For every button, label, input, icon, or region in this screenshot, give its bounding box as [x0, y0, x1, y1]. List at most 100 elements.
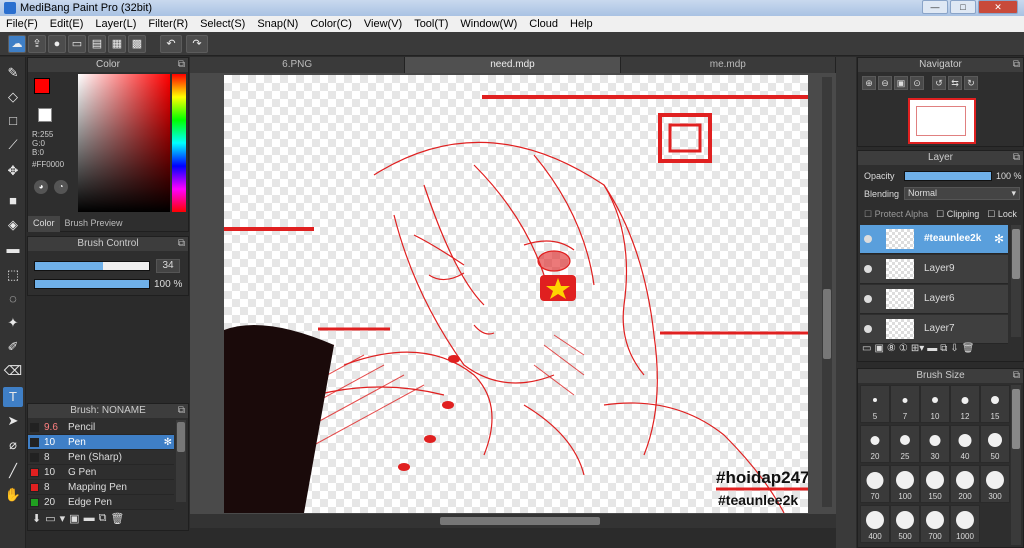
- dropper-icon[interactable]: ╱: [3, 461, 23, 481]
- brush-size-preset[interactable]: 10: [920, 385, 950, 423]
- layer-row[interactable]: Layer9: [860, 255, 1008, 284]
- tab-me-mdp[interactable]: me.mdp: [621, 57, 836, 73]
- undock-icon[interactable]: ⧉: [1013, 369, 1020, 383]
- layer-list-scrollbar[interactable]: [1011, 225, 1021, 337]
- zoom-out-icon[interactable]: ⊖: [878, 76, 892, 90]
- trash-icon[interactable]: 🗑: [110, 512, 124, 525]
- eraser-icon[interactable]: ◇: [3, 87, 23, 107]
- folder-icon[interactable]: ▬: [84, 512, 95, 525]
- brush-size-preset[interactable]: 150: [920, 465, 950, 503]
- bucket-icon[interactable]: ◈: [3, 215, 23, 235]
- operation-icon[interactable]: ➤: [3, 411, 23, 431]
- add-brush-icon[interactable]: ▾: [60, 512, 66, 525]
- eyedropper-icon[interactable]: ⌀: [3, 435, 23, 455]
- protect-alpha-checkbox[interactable]: ☐ Protect Alpha: [864, 209, 928, 220]
- brush-size-preset[interactable]: 15: [980, 385, 1010, 423]
- brush-size-preset[interactable]: 1000: [950, 505, 980, 543]
- layer-folder-icon[interactable]: ▬: [927, 343, 937, 354]
- zoom-reset-icon[interactable]: ⊙: [910, 76, 924, 90]
- hue-slider[interactable]: [172, 74, 186, 212]
- zoom-in-icon[interactable]: ⊕: [862, 76, 876, 90]
- blending-select[interactable]: Normal ▾: [904, 187, 1020, 200]
- brush-size-preset[interactable]: 40: [950, 425, 980, 463]
- brush-size-preset[interactable]: 500: [890, 505, 920, 543]
- brush-list-item[interactable]: 10 Pen ✻: [28, 435, 174, 450]
- undock-icon[interactable]: ⧉: [178, 237, 185, 251]
- brush-list-item[interactable]: 9.6 Pencil: [28, 420, 174, 435]
- hand-icon[interactable]: ✋: [3, 485, 23, 505]
- grid-icon[interactable]: ▦: [108, 35, 126, 53]
- brush-size-preset[interactable]: 25: [890, 425, 920, 463]
- menu-color[interactable]: Color(C): [304, 16, 358, 32]
- brush-size-preset[interactable]: 700: [920, 505, 950, 543]
- brush-size-preset[interactable]: 30: [920, 425, 950, 463]
- menu-edit[interactable]: Edit(E): [44, 16, 90, 32]
- gear-icon[interactable]: ✻: [994, 232, 1004, 246]
- brush-opacity-slider[interactable]: [34, 279, 150, 289]
- lock-checkbox[interactable]: ☐ Lock: [987, 209, 1017, 220]
- sub-color-swatch[interactable]: [38, 108, 52, 122]
- brush-list-scrollbar[interactable]: [176, 420, 186, 502]
- new-8bit-layer-icon[interactable]: ⑧: [887, 343, 896, 354]
- brush-size-preset[interactable]: 100: [890, 465, 920, 503]
- new-layer-icon[interactable]: ▭: [862, 343, 871, 354]
- layer-row[interactable]: #teaunlee2k ✻: [860, 225, 1008, 254]
- new-halftone-layer-icon[interactable]: ▣: [874, 343, 883, 354]
- brush-size-preset[interactable]: 300: [980, 465, 1010, 503]
- menu-tool[interactable]: Tool(T): [408, 16, 454, 32]
- brush-list-item[interactable]: 10 G Pen: [28, 465, 174, 480]
- text-icon[interactable]: T: [3, 387, 23, 407]
- brush-download-icon[interactable]: ⬇: [32, 512, 41, 525]
- close-button[interactable]: ✕: [978, 0, 1018, 14]
- tab-brush-preview[interactable]: Brush Preview: [60, 216, 128, 232]
- rotate-right-icon[interactable]: ↻: [964, 76, 978, 90]
- chat-icon[interactable]: ▭: [68, 35, 86, 53]
- pen-line-icon[interactable]: ⟋: [3, 135, 23, 155]
- menu-layer[interactable]: Layer(L): [89, 16, 142, 32]
- brush-size-preset[interactable]: 70: [860, 465, 890, 503]
- brush-list-item[interactable]: 8 Mapping Pen: [28, 480, 174, 495]
- palette-add-icon[interactable]: ◔: [54, 180, 68, 194]
- layer-trash-icon[interactable]: 🗑: [962, 343, 975, 354]
- layer-row[interactable]: Layer6: [860, 285, 1008, 314]
- brush-size-preset[interactable]: 400: [860, 505, 890, 543]
- undo-icon[interactable]: ↶: [160, 35, 182, 53]
- cloud-icon[interactable]: ☁: [8, 35, 26, 53]
- tiles-icon[interactable]: ▩: [128, 35, 146, 53]
- merge-down-icon[interactable]: ⇩: [950, 343, 958, 354]
- tab-6-png[interactable]: 6.PNG: [190, 57, 406, 73]
- comment-icon[interactable]: ●: [48, 35, 66, 53]
- brush-size-preset[interactable]: 7: [890, 385, 920, 423]
- menu-filter[interactable]: Filter(R): [142, 16, 194, 32]
- magic-wand-icon[interactable]: ✦: [3, 313, 23, 333]
- menu-snap[interactable]: Snap(N): [251, 16, 304, 32]
- undock-icon[interactable]: ⧉: [1013, 151, 1020, 165]
- eye-icon[interactable]: [864, 295, 872, 303]
- rectangle-icon[interactable]: □: [3, 111, 23, 131]
- brush-size-preset[interactable]: 5: [860, 385, 890, 423]
- menu-view[interactable]: View(V): [358, 16, 408, 32]
- lasso-icon[interactable]: ◌: [3, 289, 23, 309]
- redo-icon[interactable]: ↷: [186, 35, 208, 53]
- brush-size-scrollbar[interactable]: [1011, 385, 1021, 545]
- new-brush-icon[interactable]: ▭: [45, 512, 55, 525]
- brush-size-preset[interactable]: 12: [950, 385, 980, 423]
- eye-icon[interactable]: [864, 265, 872, 273]
- duplicate-icon[interactable]: ⧉: [99, 512, 107, 525]
- main-color-swatch[interactable]: [34, 78, 50, 94]
- rotate-left-icon[interactable]: ↺: [932, 76, 946, 90]
- clipping-checkbox[interactable]: ☐ Clipping: [936, 209, 979, 220]
- brush-list-item[interactable]: 20 Edge Pen: [28, 495, 174, 510]
- brush-copy-icon[interactable]: ▣: [69, 512, 79, 525]
- select-rect-icon[interactable]: ⬚: [3, 265, 23, 285]
- tab-need-mdp[interactable]: need.mdp: [405, 57, 621, 73]
- menu-select[interactable]: Select(S): [194, 16, 251, 32]
- undock-icon[interactable]: ⧉: [1013, 58, 1020, 72]
- move-icon[interactable]: ✥: [3, 161, 23, 181]
- new-1bit-layer-icon[interactable]: ①: [899, 343, 908, 354]
- brush-size-preset[interactable]: 20: [860, 425, 890, 463]
- navigator-preview[interactable]: [908, 98, 976, 144]
- brush-list-item[interactable]: 8 Pen (Sharp): [28, 450, 174, 465]
- palette-icon[interactable]: ◕: [34, 180, 48, 194]
- layer-opacity-slider[interactable]: [904, 171, 992, 181]
